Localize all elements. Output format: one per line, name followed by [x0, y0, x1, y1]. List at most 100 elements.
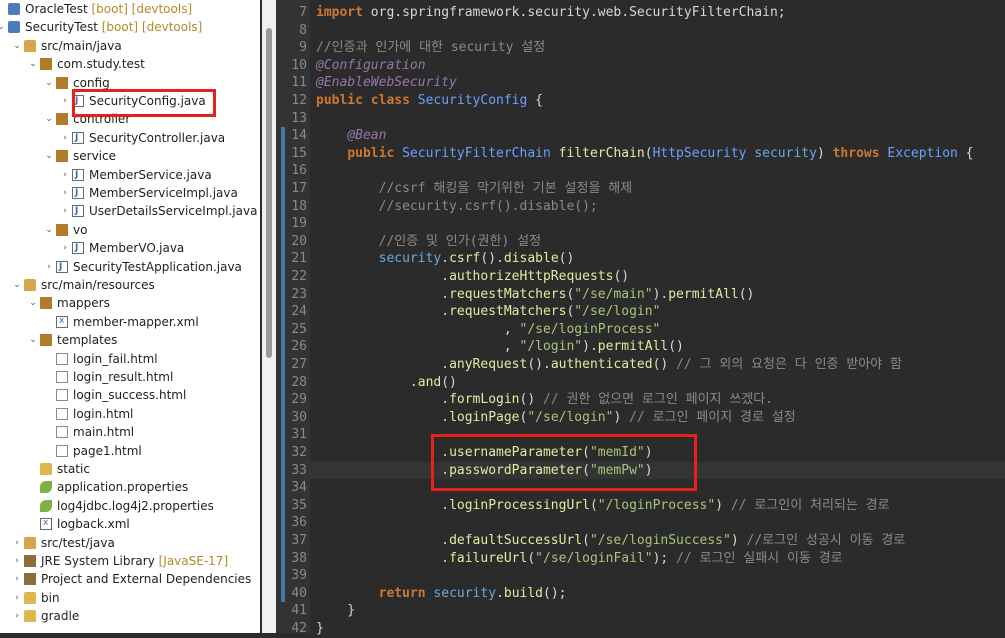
chevron-right-icon[interactable]: ›	[12, 534, 22, 552]
chevron-down-icon[interactable]: ⌄	[44, 110, 54, 128]
code-line[interactable]: 37 .defaultSuccessUrl("/se/loginSuccess"…	[276, 532, 1005, 550]
tree-item[interactable]: application.properties	[0, 478, 260, 496]
chevron-right-icon[interactable]: ›	[60, 129, 70, 147]
tree-item[interactable]: ⌄ vo	[0, 221, 260, 239]
code-line[interactable]: 38 .failureUrl("/se/loginFail"); // 로그인 …	[276, 549, 1005, 568]
code-line[interactable]: 15 public SecurityFilterChain filterChai…	[276, 144, 1005, 163]
code-token: filterChain	[558, 145, 645, 161]
chevron-right-icon[interactable]: ›	[60, 166, 70, 184]
code-line[interactable]: 30 .loginPage("/se/login") // 로그인 페이지 경로…	[276, 408, 1005, 427]
code-line[interactable]: 24 .requestMatchers("/se/login"	[276, 303, 1005, 321]
tree-item[interactable]: ⌄ service	[0, 147, 260, 165]
code-line[interactable]: 16	[276, 162, 1005, 180]
code-line[interactable]: 14 @Bean	[276, 127, 1005, 145]
line-number: 16	[291, 163, 307, 179]
tree-item[interactable]: member-mapper.xml	[0, 312, 260, 331]
code-line[interactable]: 23 .requestMatchers("/se/main").permitAl…	[276, 285, 1005, 304]
tree-item[interactable]: › src/test/java	[0, 534, 260, 552]
tree-item[interactable]: login_success.html	[0, 386, 260, 404]
tree-item[interactable]: ⌄ mappers	[0, 294, 260, 312]
tree-item[interactable]: main.html	[0, 423, 260, 441]
code-token: .	[316, 374, 418, 390]
code-line[interactable]: 41 }	[276, 602, 1005, 620]
chevron-right-icon[interactable]: ›	[60, 202, 70, 220]
code-token: )	[730, 533, 747, 548]
tree-item[interactable]: ⌄ src/main/resources	[0, 276, 260, 294]
chevron-right-icon[interactable]: ›	[12, 589, 22, 607]
code-token: ()	[519, 392, 543, 408]
code-line[interactable]: 40 return security.build();	[276, 584, 1005, 603]
tree-item-label: vo	[73, 222, 88, 237]
tree-item[interactable]: OracleTest [boot] [devtools]	[0, 0, 260, 18]
code-line[interactable]: 35 .loginProcessingUrl("/loginProcess") …	[276, 496, 1005, 515]
chevron-right-icon[interactable]: ›	[60, 239, 70, 257]
code-line[interactable]: 17 //csrf 해킹을 막기위한 기본 설정을 해제	[276, 180, 1005, 198]
code-line[interactable]: 29 .formLogin() // 권한 없으면 로그인 페이지 쓰겠다.	[276, 391, 1005, 409]
code-line[interactable]: 8	[276, 22, 1005, 40]
tree-item[interactable]: login_fail.html	[0, 350, 260, 368]
tree-item-label: MemberService.java	[89, 167, 212, 182]
code-line[interactable]: 22 .authorizeHttpRequests()	[276, 268, 1005, 286]
tree-item[interactable]: ⌄ templates	[0, 331, 260, 349]
tree-item[interactable]: › JRE System Library [JavaSE-17]	[0, 552, 260, 570]
tree-item[interactable]: › SecurityTestApplication.java	[0, 258, 260, 276]
tree-item[interactable]: › MemberService.java	[0, 166, 260, 184]
chevron-right-icon[interactable]: ›	[60, 184, 70, 202]
chevron-right-icon[interactable]: ›	[12, 552, 22, 570]
code-text: }	[316, 620, 324, 638]
code-line[interactable]: 7 import org.springframework.security.web…	[276, 4, 1005, 22]
tree-item[interactable]: › UserDetailsServiceImpl.java	[0, 202, 260, 220]
chevron-down-icon[interactable]: ⌄	[28, 331, 38, 349]
chevron-down-icon[interactable]: ⌄	[44, 74, 54, 92]
code-line[interactable]: 12 public class SecurityConfig {	[276, 92, 1005, 110]
tree-item[interactable]: › MemberVO.java	[0, 239, 260, 257]
code-line[interactable]: 11 @EnableWebSecurity	[276, 74, 1005, 92]
tree-item[interactable]: ⌄ com.study.test	[0, 55, 260, 73]
chevron-down-icon[interactable]: ⌄	[0, 18, 6, 36]
code-line[interactable]: 25 , "/se/loginProcess"	[276, 320, 1005, 339]
tree-item[interactable]: static	[0, 460, 260, 478]
code-line[interactable]: 18 //security.csrf().disable();	[276, 197, 1005, 216]
code-line[interactable]: 13	[276, 110, 1005, 128]
code-token: //security.csrf().disable();	[316, 198, 598, 214]
chevron-right-icon[interactable]: ›	[12, 570, 22, 588]
tree-item[interactable]: › bin	[0, 589, 260, 607]
chevron-down-icon[interactable]: ⌄	[12, 276, 22, 294]
code-line[interactable]: 10 @Configuration	[276, 57, 1005, 75]
code-line[interactable]: 21 security.csrf().disable()	[276, 250, 1005, 268]
chevron-down-icon[interactable]: ⌄	[28, 55, 38, 73]
tree-item[interactable]: login_result.html	[0, 368, 260, 386]
xml-file-icon	[56, 312, 68, 330]
explorer-scrollbar-thumb[interactable]	[266, 28, 272, 358]
code-token: );	[652, 550, 677, 566]
code-line[interactable]: 36	[276, 514, 1005, 532]
chevron-down-icon[interactable]: ⌄	[44, 221, 54, 239]
code-line[interactable]: 19	[276, 215, 1005, 233]
chevron-right-icon[interactable]: ›	[44, 258, 54, 276]
tree-item[interactable]: log4jdbc.log4j2.properties	[0, 497, 260, 515]
code-line[interactable]: 42}	[276, 620, 1005, 638]
tree-item[interactable]: › SecurityController.java	[0, 129, 260, 147]
code-line[interactable]: 39	[276, 567, 1005, 585]
code-line[interactable]: 9 //인증과 인가에 대한 security 설정	[276, 39, 1005, 57]
code-line[interactable]: 20 //인증 및 인가(권한) 설정	[276, 232, 1005, 251]
tree-item[interactable]: page1.html	[0, 442, 260, 460]
code-line[interactable]: 27 .anyRequest().authenticated() // 그 외의…	[276, 356, 1005, 374]
code-line[interactable]: 26 , "/login").permitAll()	[276, 338, 1005, 356]
tree-item[interactable]: › MemberServiceImpl.java	[0, 184, 260, 202]
tree-item[interactable]: ⌄ src/main/java	[0, 37, 260, 55]
tree-item[interactable]: login.html	[0, 405, 260, 423]
chevron-right-icon[interactable]: ›	[12, 607, 22, 625]
java-file-icon	[72, 184, 84, 202]
chevron-down-icon[interactable]: ⌄	[28, 294, 38, 312]
tree-item[interactable]: logback.xml	[0, 514, 260, 533]
code-line[interactable]: 28 .and()	[276, 373, 1005, 392]
code-token: ()	[738, 286, 755, 302]
tree-item[interactable]: ⌄ SecurityTest [boot] [devtools]	[0, 18, 260, 36]
tree-item[interactable]: › gradle	[0, 607, 260, 625]
line-number: 20	[291, 233, 307, 249]
tree-item[interactable]: › Project and External Dependencies	[0, 570, 260, 588]
chevron-right-icon[interactable]: ›	[60, 92, 70, 110]
chevron-down-icon[interactable]: ⌄	[12, 37, 22, 55]
chevron-down-icon[interactable]: ⌄	[44, 147, 54, 165]
